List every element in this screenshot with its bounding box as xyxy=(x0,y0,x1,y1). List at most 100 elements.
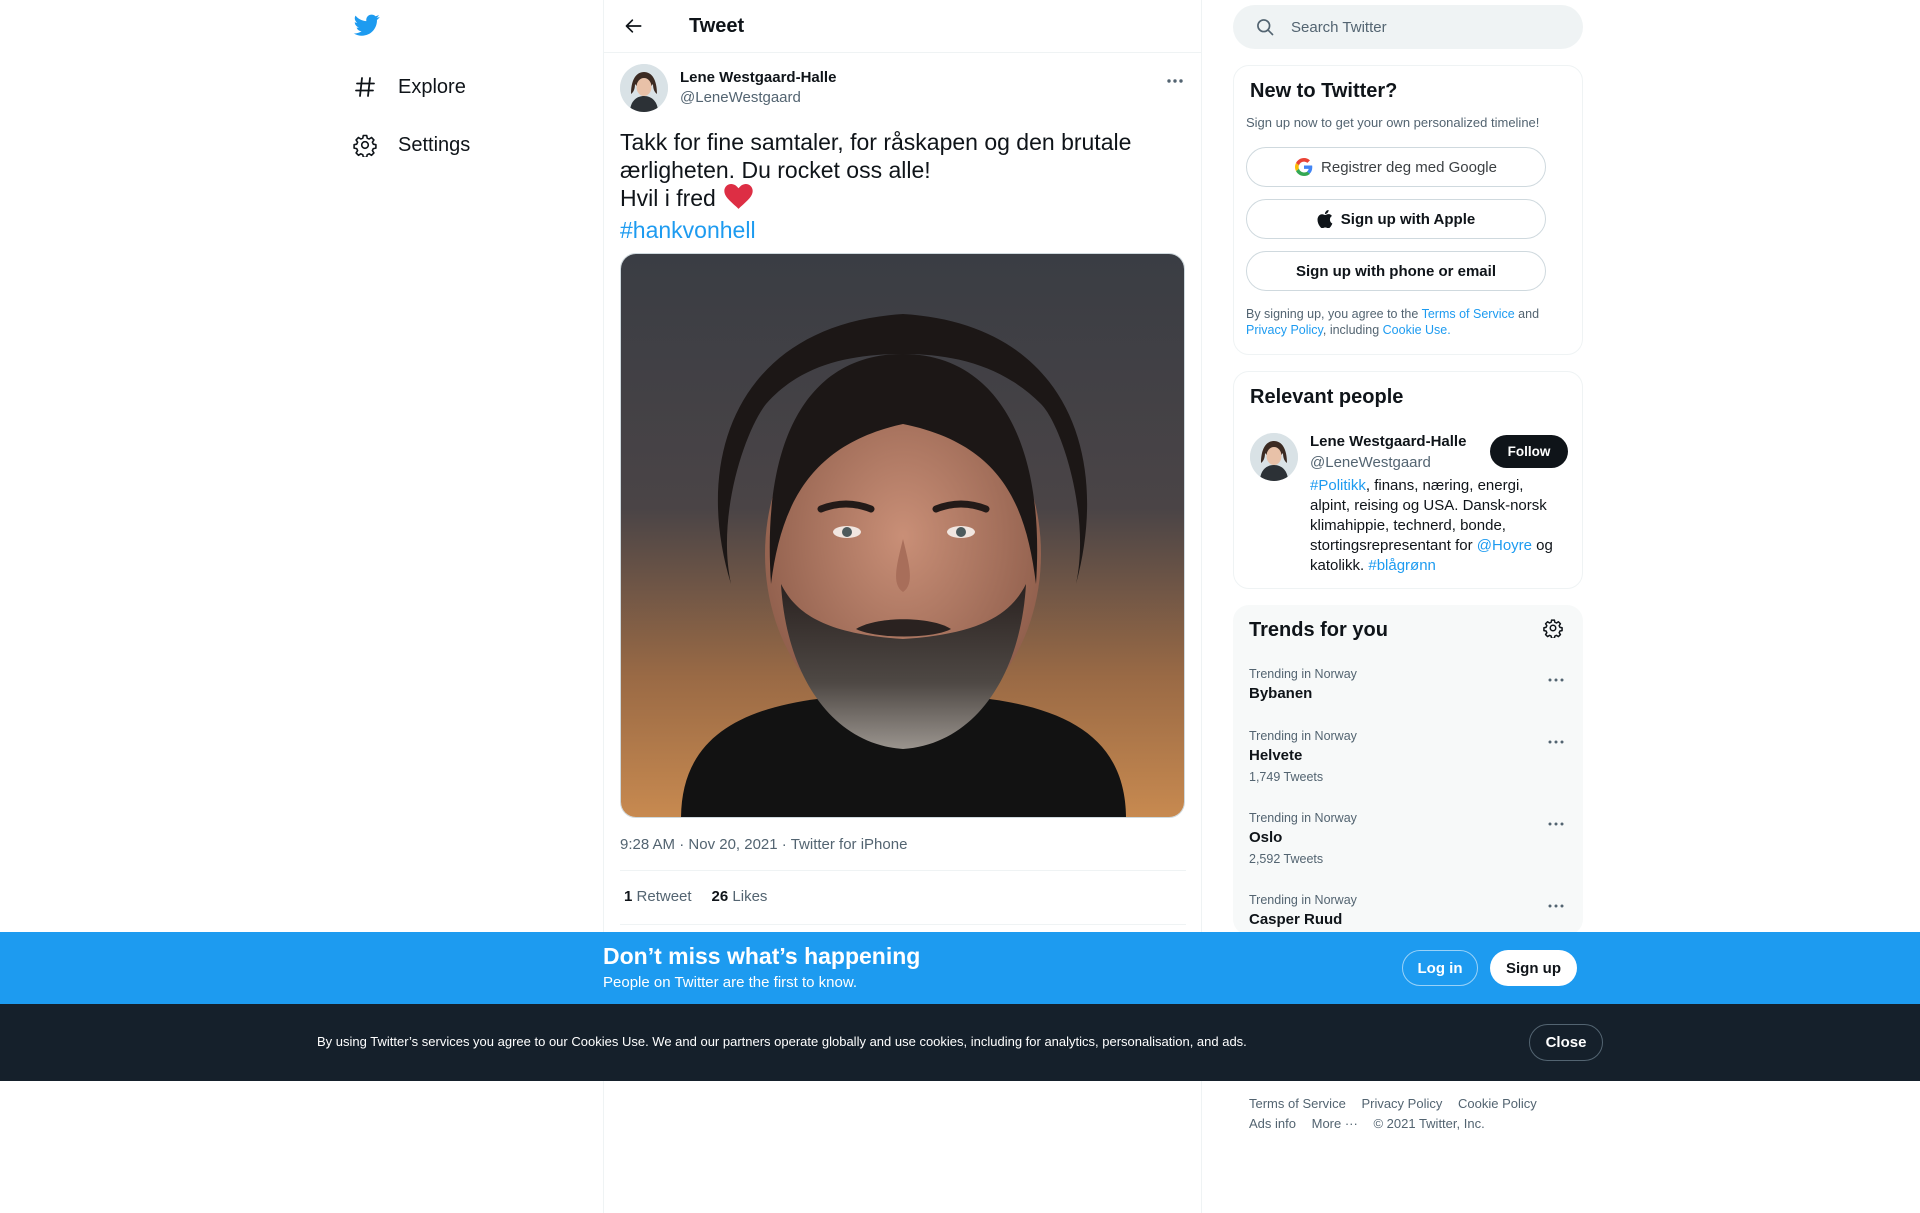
trends-card: Trends for you Trending in Norway Bybane… xyxy=(1233,605,1583,935)
cookie-banner: By using Twitter’s services you agree to… xyxy=(0,1004,1920,1081)
trend-item[interactable]: Trending in Norway Oslo 2,592 Tweets xyxy=(1249,811,1569,866)
likes-label: Likes xyxy=(732,888,768,905)
footer-terms-link[interactable]: Terms of Service xyxy=(1249,1096,1346,1111)
card-subtitle: Sign up now to get your own personalized… xyxy=(1246,115,1540,130)
trend-name: Casper Ruud xyxy=(1249,911,1343,928)
card-title: Trends for you xyxy=(1249,619,1388,641)
phone-email-signup-label: Sign up with phone or email xyxy=(1295,262,1496,280)
cookies-use-link[interactable]: Cookies Use xyxy=(571,1034,645,1049)
person-name[interactable]: Lene Westgaard-Halle xyxy=(1310,433,1466,450)
person-bio: #Politikk, finans, næring, energi, alpin… xyxy=(1310,476,1560,576)
likes-link[interactable]: 26 Likes xyxy=(712,888,768,905)
footer-cookie-link[interactable]: Cookie Policy xyxy=(1458,1096,1537,1111)
footer-privacy-link[interactable]: Privacy Policy xyxy=(1361,1096,1442,1111)
terms-and: and xyxy=(1514,307,1540,321)
trend-item[interactable]: Trending in Norway Casper Ruud xyxy=(1249,893,1569,928)
relevant-people-card: Relevant people Lene Westgaard-Halle @Le… xyxy=(1233,371,1583,589)
cookie-close-button[interactable]: Close xyxy=(1529,1024,1603,1061)
tweet-text-line: Takk for fine samtaler, for råskapen og … xyxy=(620,129,1132,155)
card-title: Relevant people xyxy=(1250,386,1404,408)
card-title: New to Twitter? xyxy=(1250,80,1398,102)
apple-signup-button[interactable]: Sign up with Apple xyxy=(1246,199,1546,239)
google-signup-label: Registrer deg med Google xyxy=(1321,158,1497,176)
signup-button[interactable]: Sign up xyxy=(1490,950,1577,986)
heart-emoji-icon xyxy=(724,184,753,216)
retweets-count: 1 xyxy=(624,888,633,905)
terms-of-service-link[interactable]: Terms of Service xyxy=(1422,307,1515,321)
author-name[interactable]: Lene Westgaard-Halle xyxy=(680,69,836,86)
more-dots-icon xyxy=(1167,79,1183,83)
tweet-text-line-3: Hvil i fred xyxy=(620,185,716,211)
cookie-text-suffix: . We and our partners operate globally a… xyxy=(645,1034,1247,1049)
google-icon xyxy=(1295,158,1313,176)
trend-context: Trending in Norway xyxy=(1249,811,1357,825)
more-dots-icon xyxy=(1548,678,1564,682)
footer-ads-link[interactable]: Ads info xyxy=(1249,1116,1296,1131)
trend-more-button[interactable] xyxy=(1543,811,1569,837)
bio-mention-link[interactable]: @Hoyre xyxy=(1477,537,1532,554)
tweet-text: Takk for fine samtaler, for råskapen og … xyxy=(620,128,1180,244)
footer-more-link[interactable]: More ··· xyxy=(1312,1116,1358,1131)
nav-item-settings[interactable]: Settings xyxy=(352,125,470,165)
gear-icon xyxy=(352,132,378,158)
signup-banner: Don’t miss what’s happening People on Tw… xyxy=(0,932,1920,1004)
trend-context: Trending in Norway xyxy=(1249,667,1357,681)
tweet-author: Lene Westgaard-Halle @LeneWestgaard xyxy=(620,64,1190,114)
avatar[interactable] xyxy=(1250,433,1298,481)
twitter-bird-icon[interactable] xyxy=(352,12,386,42)
bio-hashtag-link[interactable]: #Politikk xyxy=(1310,477,1366,494)
login-button[interactable]: Log in xyxy=(1402,950,1478,986)
retweets-link[interactable]: 1 Retweet xyxy=(624,888,692,905)
nav-item-explore[interactable]: Explore xyxy=(352,67,466,107)
footer-links: Terms of Service Privacy Policy Cookie P… xyxy=(1249,1094,1569,1134)
trend-context: Trending in Norway xyxy=(1249,893,1357,907)
apple-icon xyxy=(1317,210,1333,228)
trend-item[interactable]: Trending in Norway Helvete 1,749 Tweets xyxy=(1249,729,1569,784)
page-title: Tweet xyxy=(689,14,745,37)
retweets-label: Retweet xyxy=(636,888,692,905)
author-handle[interactable]: @LeneWestgaard xyxy=(680,89,801,106)
tweet-time-link[interactable]: 9:28 AM · Nov 20, 2021 xyxy=(620,836,778,853)
trend-item[interactable]: Trending in Norway Bybanen xyxy=(1249,667,1569,702)
tweet-source-link[interactable]: Twitter for iPhone xyxy=(791,836,908,853)
cookie-text-prefix: By using Twitter’s services you agree to… xyxy=(317,1034,572,1049)
more-dots-icon xyxy=(1548,822,1564,826)
tweet-meta: 9:28 AM · Nov 20, 2021 · Twitter for iPh… xyxy=(620,836,908,853)
trend-context: Trending in Norway xyxy=(1249,729,1357,743)
page-header: Tweet xyxy=(604,0,1201,53)
more-options-button[interactable] xyxy=(1160,66,1190,96)
avatar[interactable] xyxy=(620,64,668,112)
search-input[interactable] xyxy=(1291,18,1551,36)
hashtag-link[interactable]: #hankvonhell xyxy=(620,216,1180,244)
apple-signup-label: Sign up with Apple xyxy=(1340,210,1476,228)
signup-terms: By signing up, you agree to the Terms of… xyxy=(1246,306,1566,338)
bio-hashtag-link[interactable]: #blågrønn xyxy=(1368,557,1436,574)
privacy-policy-link[interactable]: Privacy Policy xyxy=(1246,323,1323,337)
hashtag-icon xyxy=(352,74,378,100)
terms-prefix: By signing up, you agree to the xyxy=(1246,307,1422,321)
google-signup-button[interactable]: Registrer deg med Google xyxy=(1246,147,1546,187)
nav-item-label: Settings xyxy=(398,133,471,156)
trend-more-button[interactable] xyxy=(1543,729,1569,755)
trend-name: Oslo xyxy=(1249,829,1283,846)
trend-count: 2,592 Tweets xyxy=(1249,852,1324,866)
tweet-date: Nov 20, 2021 xyxy=(688,836,778,853)
more-dots-icon xyxy=(1548,740,1564,744)
tweet-stats: 1 Retweet 26 Likes xyxy=(624,888,767,905)
banner-title: Don’t miss what’s happening xyxy=(603,943,921,969)
trends-settings-button[interactable] xyxy=(1543,618,1567,642)
trend-more-button[interactable] xyxy=(1543,893,1569,919)
divider xyxy=(620,924,1186,925)
search-bar[interactable] xyxy=(1233,5,1583,49)
person-handle[interactable]: @LeneWestgaard xyxy=(1310,454,1431,471)
trend-more-button[interactable] xyxy=(1543,667,1569,693)
tweet-photo[interactable] xyxy=(620,253,1185,818)
cookie-text: By using Twitter’s services you agree to… xyxy=(317,1034,1247,1049)
tweet-time: 9:28 AM xyxy=(620,836,676,853)
cookie-use-link[interactable]: Cookie Use. xyxy=(1383,323,1451,337)
terms-including: , including xyxy=(1322,323,1383,337)
back-button[interactable] xyxy=(616,8,652,44)
phone-email-signup-button[interactable]: Sign up with phone or email xyxy=(1246,251,1546,291)
banner-subtitle: People on Twitter are the first to know. xyxy=(603,974,858,991)
follow-button[interactable]: Follow xyxy=(1490,435,1568,468)
